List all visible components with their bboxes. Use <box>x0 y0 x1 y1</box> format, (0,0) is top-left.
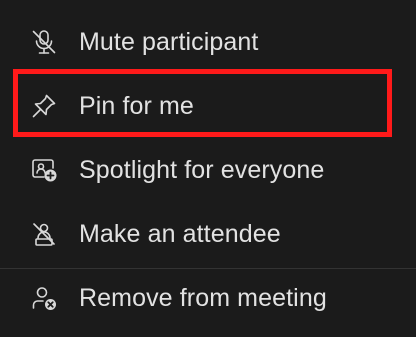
participant-context-menu: Mute participant Pin for me Spotlight fo… <box>0 0 416 337</box>
mic-off-icon <box>29 27 59 57</box>
menu-item-pin-for-me[interactable]: Pin for me <box>0 74 416 138</box>
menu-item-mute-participant[interactable]: Mute participant <box>0 10 416 74</box>
remove-person-icon <box>29 283 59 313</box>
spotlight-icon <box>29 155 59 185</box>
menu-item-label: Pin for me <box>79 91 194 120</box>
menu-item-remove-from-meeting[interactable]: Remove from meeting <box>0 266 416 330</box>
menu-item-label: Remove from meeting <box>79 283 327 312</box>
menu-divider <box>0 268 416 269</box>
menu-item-make-an-attendee[interactable]: Make an attendee <box>0 202 416 266</box>
make-attendee-icon <box>29 219 59 249</box>
menu-item-label: Make an attendee <box>79 219 281 248</box>
menu-item-label: Mute participant <box>79 27 259 56</box>
pin-icon <box>29 91 59 121</box>
menu-item-spotlight-for-everyone[interactable]: Spotlight for everyone <box>0 138 416 202</box>
menu-item-label: Spotlight for everyone <box>79 155 325 184</box>
